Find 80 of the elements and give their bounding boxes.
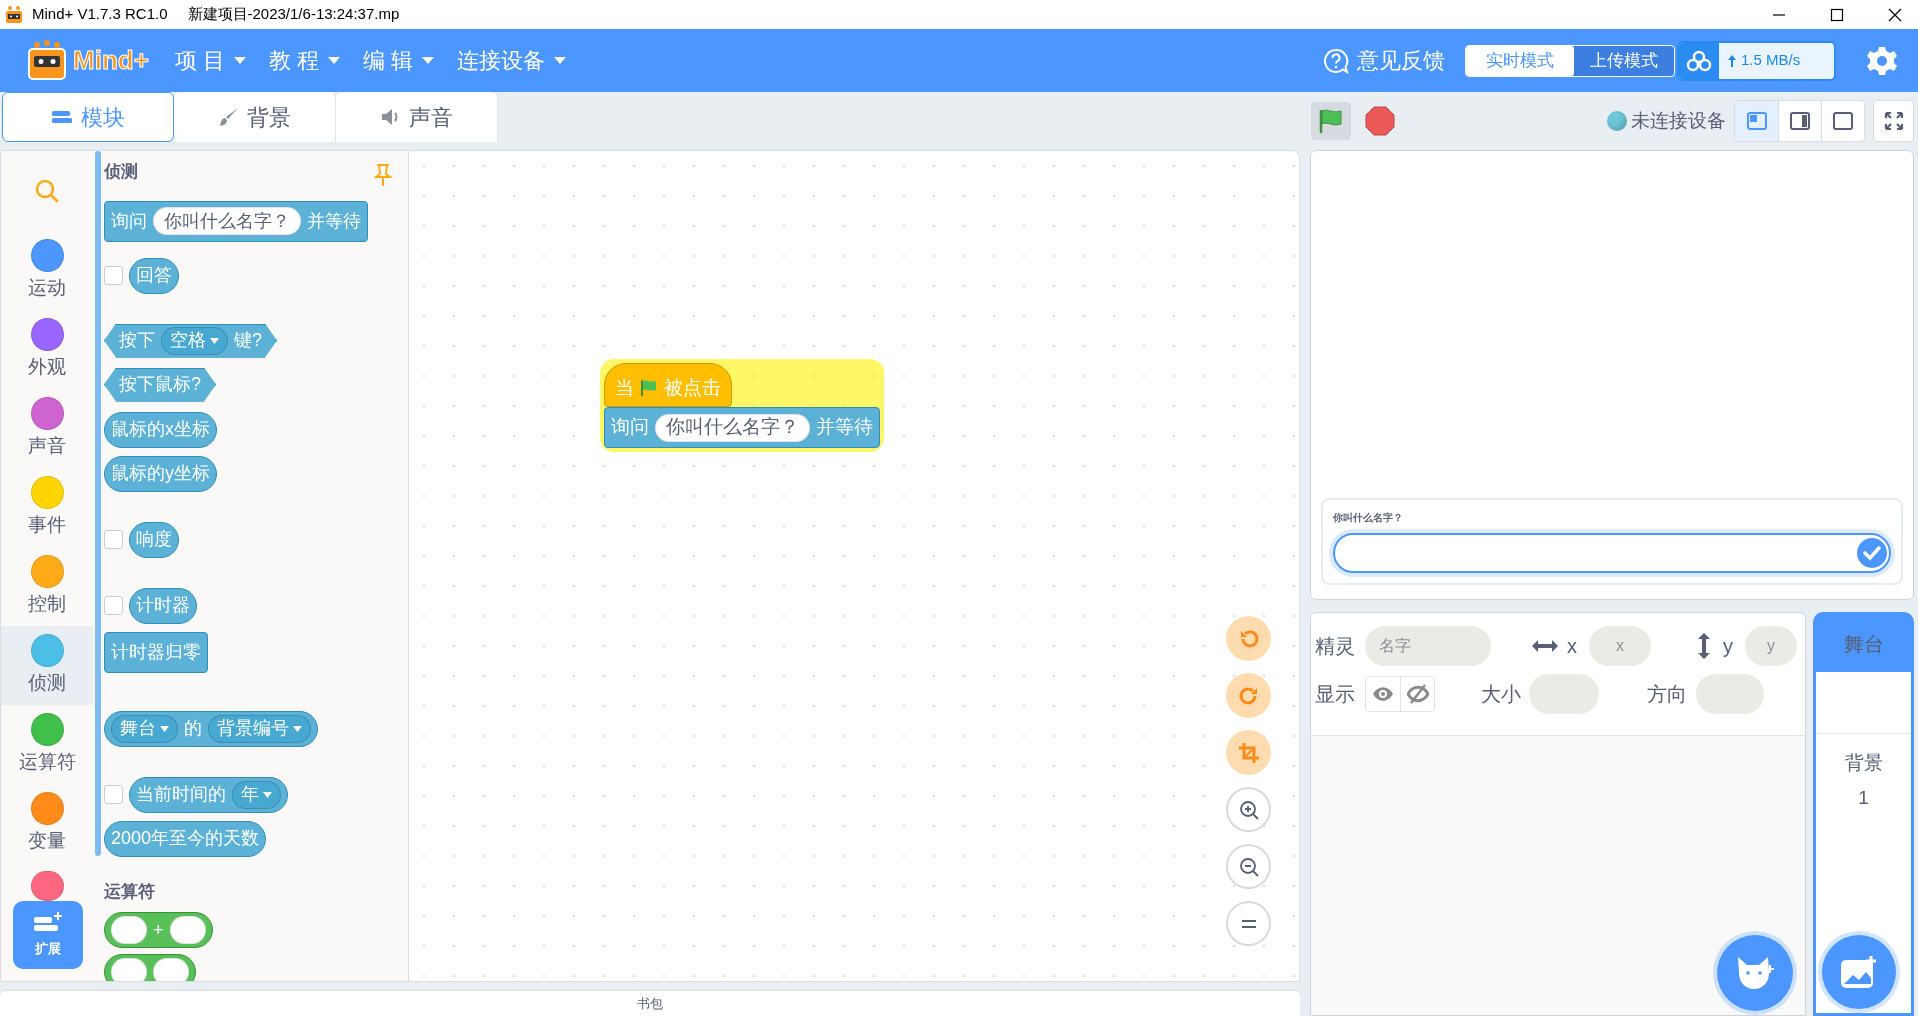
- feedback-button[interactable]: 意见反馈: [1357, 44, 1445, 77]
- block-dropdown[interactable]: 舞台: [111, 714, 178, 743]
- block-label: 询问: [111, 209, 147, 233]
- project-title: 新建项目-2023/1/6-13:24:37.mp: [187, 4, 400, 25]
- connection-status: 未连接设备: [1631, 108, 1726, 133]
- category-item[interactable]: 控制: [1, 547, 93, 626]
- ask-question: 你叫什么名字？: [1333, 511, 1404, 525]
- backdrop-count: 1: [1858, 785, 1869, 810]
- reporter-block[interactable]: 当前时间的 年: [129, 776, 288, 813]
- mode-toggle[interactable]: 实时模式: [1466, 45, 1574, 76]
- reporter-block[interactable]: 舞台 的 背景编号: [104, 710, 318, 747]
- command-block[interactable]: 询问 你叫什么名字？ 并等待: [104, 200, 368, 242]
- editor-tab[interactable]: 背景: [174, 92, 336, 142]
- menu-item[interactable]: 编 辑: [363, 44, 436, 77]
- field-label: y: [1723, 634, 1733, 659]
- mode-toggle[interactable]: 上传模式: [1574, 45, 1674, 76]
- reporter-block[interactable]: 计时器: [129, 587, 197, 624]
- command-block[interactable]: 计时器归零: [104, 631, 208, 673]
- backpack-label[interactable]: 书包: [637, 993, 663, 1014]
- category-item[interactable]: 声音: [1, 389, 93, 468]
- block-dropdown[interactable]: 背景编号: [208, 714, 311, 743]
- block-label: 的: [184, 717, 202, 740]
- boolean-block[interactable]: 按下 空格 键?: [104, 323, 277, 358]
- field-label: x: [1567, 634, 1577, 659]
- block-label: 询问: [611, 415, 649, 440]
- block-label: 鼠标的x坐标: [111, 418, 210, 441]
- block-label: +: [153, 918, 164, 942]
- block-label: 当: [615, 375, 634, 400]
- editor-tab[interactable]: 声音: [336, 92, 498, 142]
- block-label: 计时器: [136, 594, 190, 617]
- reporter-block[interactable]: 鼠标的x坐标: [104, 411, 217, 448]
- boolean-block[interactable]: 按下鼠标?: [104, 367, 216, 402]
- input-field[interactable]: x: [1589, 626, 1651, 666]
- category-item[interactable]: 运动: [1, 231, 93, 310]
- field-label: 大小: [1481, 682, 1521, 707]
- menu-item[interactable]: 项 目: [175, 44, 248, 77]
- block-label: 键?: [234, 329, 262, 352]
- hat-block[interactable]: 当 被点击: [604, 363, 732, 407]
- section-title: 运算符: [104, 880, 155, 903]
- field-label: 显示: [1315, 682, 1355, 707]
- reporter-block[interactable]: 鼠标的y坐标: [104, 455, 217, 492]
- category-item[interactable]: 外观: [1, 310, 93, 389]
- block-label: 响度: [136, 528, 172, 551]
- block-label: 按下鼠标?: [119, 373, 201, 396]
- backdrop-label: 背景: [1844, 751, 1883, 775]
- menu-item[interactable]: 教 程: [269, 44, 342, 77]
- block-label: 回答: [136, 264, 172, 287]
- category-item[interactable]: 事件: [1, 468, 93, 547]
- block-label: 计时器归零: [111, 640, 201, 664]
- network-speed: 1.5 MB/s: [1741, 50, 1801, 71]
- block-label: 被点击: [664, 375, 721, 400]
- section-title: 侦测: [104, 161, 138, 183]
- block-label: 当前时间的: [136, 783, 226, 806]
- extension-button[interactable]: 扩展: [13, 901, 83, 969]
- block-dropdown[interactable]: 空格: [161, 326, 228, 355]
- reporter-block[interactable]: 回答: [129, 257, 179, 294]
- block-input[interactable]: 你叫什么名字？: [655, 413, 810, 442]
- reporter-block[interactable]: 2000年至今的天数: [104, 820, 267, 857]
- block-dropdown[interactable]: 年: [232, 780, 281, 809]
- input-field[interactable]: 名字: [1365, 626, 1491, 666]
- app-title: Mind+ V1.7.3 RC1.0: [32, 4, 168, 25]
- block-label: 并等待: [307, 209, 361, 233]
- block-label: 鼠标的y坐标: [111, 462, 210, 485]
- input-field[interactable]: y: [1745, 626, 1797, 666]
- block-label: 并等待: [816, 415, 873, 440]
- category-item[interactable]: 变量: [1, 784, 93, 863]
- field-label: 精灵: [1315, 634, 1355, 659]
- reporter-block[interactable]: +: [104, 912, 213, 948]
- category-item[interactable]: 侦测: [1, 626, 93, 705]
- logo-text: Mind+: [73, 44, 149, 77]
- menu-item[interactable]: 连接设备: [457, 44, 568, 77]
- reporter-block[interactable]: 响度: [129, 521, 179, 558]
- command-block[interactable]: 询问 你叫什么名字？ 并等待: [604, 407, 880, 448]
- block-input[interactable]: 你叫什么名字？: [153, 207, 301, 235]
- block-label: 按下: [119, 329, 155, 352]
- field-label: 方向: [1647, 682, 1687, 707]
- editor-tab[interactable]: 模块: [2, 92, 174, 142]
- stage-panel-title[interactable]: 舞台: [1816, 615, 1911, 672]
- category-item[interactable]: 运算符: [1, 705, 93, 784]
- block-label: 2000年至今的天数: [111, 827, 260, 850]
